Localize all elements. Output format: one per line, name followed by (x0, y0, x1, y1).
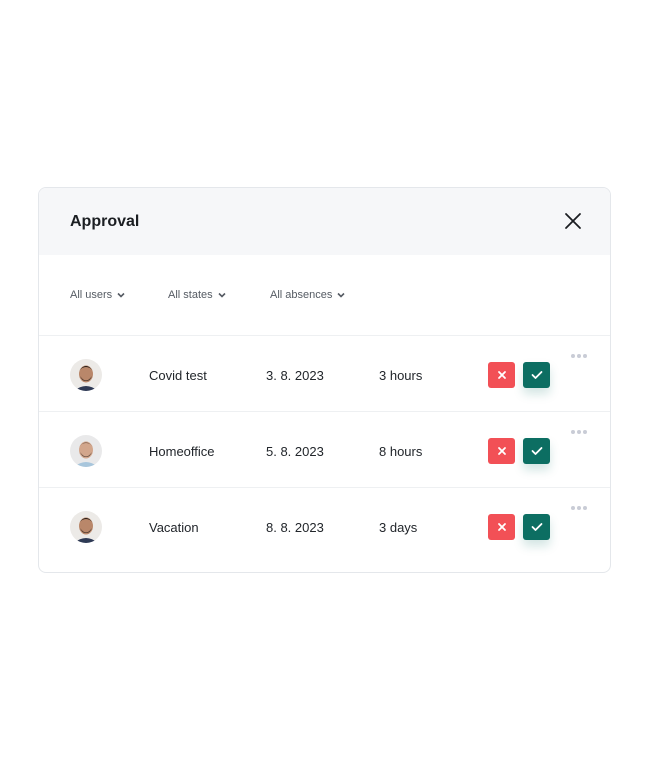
avatar (70, 359, 102, 391)
avatar (70, 511, 102, 543)
absence-type: Vacation (149, 520, 199, 535)
dot (571, 506, 575, 510)
filter-label: All absences (270, 289, 333, 301)
check-icon (531, 371, 542, 379)
approve-button[interactable] (523, 514, 550, 540)
close-button[interactable] (564, 212, 582, 230)
approval-dialog: Approval All users All states All absenc… (38, 187, 611, 573)
user-avatar-icon (70, 359, 102, 391)
more-options-button[interactable] (571, 506, 587, 510)
request-row: Homeoffice 5. 8. 2023 8 hours (39, 412, 610, 488)
more-options-button[interactable] (571, 354, 587, 358)
absence-type: Covid test (149, 368, 207, 383)
chevron-down-icon (117, 292, 125, 298)
filter-bar: All users All states All absences (39, 255, 610, 336)
reject-button[interactable] (488, 438, 515, 464)
filter-label: All users (70, 289, 113, 301)
dot (583, 506, 587, 510)
dot (583, 354, 587, 358)
absence-type: Homeoffice (149, 444, 215, 459)
chevron-down-icon (218, 292, 226, 298)
close-icon (565, 213, 581, 229)
check-icon (531, 523, 542, 531)
chevron-down-icon (337, 292, 345, 298)
request-row: Vacation 8. 8. 2023 3 days (39, 488, 610, 563)
dot (583, 430, 587, 434)
request-row: Covid test 3. 8. 2023 3 hours (39, 336, 610, 412)
dot (577, 354, 581, 358)
check-icon (531, 447, 542, 455)
filter-users-dropdown[interactable]: All users (70, 289, 126, 301)
reject-button[interactable] (488, 362, 515, 388)
more-options-button[interactable] (571, 430, 587, 434)
approve-button[interactable] (523, 362, 550, 388)
dot (571, 430, 575, 434)
user-avatar-icon (70, 511, 102, 543)
dot (577, 506, 581, 510)
absence-duration: 3 hours (379, 368, 423, 383)
approve-button[interactable] (523, 438, 550, 464)
absence-date: 5. 8. 2023 (266, 444, 324, 459)
user-avatar-icon (70, 435, 102, 467)
avatar (70, 435, 102, 467)
dialog-title: Approval (70, 213, 140, 230)
dot (577, 430, 581, 434)
absence-duration: 8 hours (379, 444, 423, 459)
dot (571, 354, 575, 358)
x-icon (497, 447, 506, 455)
x-icon (497, 371, 506, 379)
filter-label: All states (168, 289, 213, 301)
reject-button[interactable] (488, 514, 515, 540)
x-icon (497, 523, 506, 531)
absence-duration: 3 days (379, 520, 418, 535)
absence-date: 8. 8. 2023 (266, 520, 324, 535)
filter-absences-dropdown[interactable]: All absences (270, 289, 346, 301)
filter-states-dropdown[interactable]: All states (168, 289, 227, 301)
dialog-header: Approval (39, 188, 610, 255)
absence-date: 3. 8. 2023 (266, 368, 324, 383)
